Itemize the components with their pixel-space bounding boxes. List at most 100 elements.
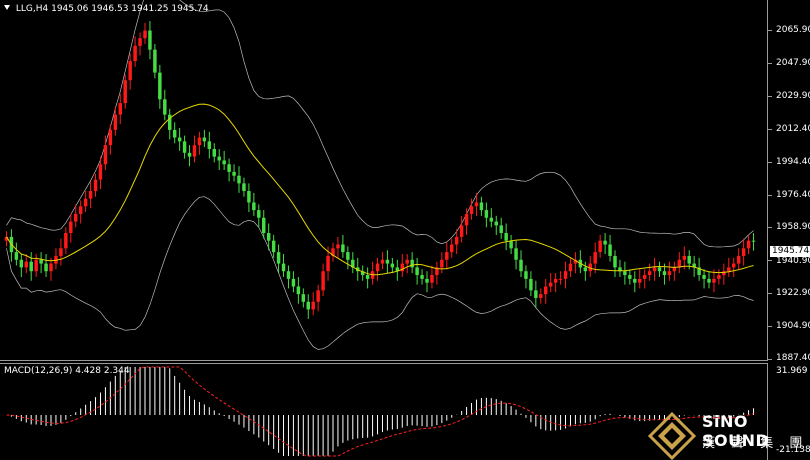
macd-axis-max: 31.969 (776, 366, 808, 376)
bear-candle (29, 261, 33, 272)
bull-candle (128, 61, 132, 81)
bull-candle (469, 206, 474, 214)
price-tick: 1904.90 (776, 321, 810, 331)
bear-candle (662, 271, 667, 276)
bear-candle (232, 171, 236, 176)
bull-candle (445, 252, 449, 260)
bear-candle (499, 225, 503, 234)
bear-candle (707, 278, 711, 283)
bear-candle (281, 263, 286, 272)
bull-candle (375, 263, 380, 272)
bear-candle (212, 148, 216, 157)
bear-candle (657, 267, 662, 272)
bull-candle (78, 206, 83, 214)
bear-candle (19, 259, 24, 268)
bull-candle (553, 278, 558, 283)
bull-candle (474, 202, 479, 207)
bull-candle (74, 213, 78, 222)
bull-candle (539, 294, 543, 298)
bear-candle (529, 278, 533, 291)
bull-candle (321, 271, 325, 291)
bull-candle (24, 261, 28, 268)
bull-candle (430, 275, 434, 283)
bull-candle (138, 38, 142, 46)
bear-candle (633, 278, 637, 283)
bull-candle (108, 129, 113, 146)
bear-candle (158, 72, 162, 100)
bull-candle (548, 282, 553, 287)
bear-candle (148, 30, 152, 50)
bull-candle (192, 145, 197, 157)
bear-candle (172, 129, 177, 138)
bull-candle (727, 267, 731, 272)
moving-average-line (6, 103, 754, 276)
bull-candle (123, 80, 127, 104)
bull-candle (326, 255, 330, 272)
bear-candle (252, 202, 256, 211)
price-tick: 1976.40 (776, 190, 810, 200)
bear-candle (415, 267, 419, 276)
bull-candle (197, 137, 202, 146)
bear-candle (603, 240, 607, 245)
bear-candle (494, 221, 498, 226)
bear-candle (247, 191, 251, 203)
price-tick: 1994.40 (776, 157, 810, 167)
bull-candle (98, 164, 103, 180)
bear-candle (153, 49, 157, 73)
bear-candle (202, 137, 207, 142)
price-tick: 2065.90 (776, 25, 810, 35)
bear-candle (484, 210, 489, 218)
bear-candle (420, 275, 424, 279)
bear-candle (39, 259, 43, 264)
bear-candle (306, 301, 310, 310)
bull-candle (450, 244, 454, 253)
bull-candle (459, 225, 464, 237)
bull-candle (454, 236, 459, 245)
bear-candle (276, 252, 281, 264)
bear-candle (262, 217, 266, 234)
bull-candle (682, 255, 686, 260)
bear-candle (341, 244, 345, 253)
bull-candle (717, 275, 721, 279)
bear-candle (489, 217, 494, 222)
bull-candle (113, 114, 118, 130)
bear-candle (504, 233, 508, 241)
bull-candle (563, 271, 568, 279)
bear-candle (425, 278, 429, 283)
bear-candle (608, 244, 612, 256)
price-tick: 1958.90 (776, 222, 810, 232)
macd-title: MACD(12,26,9) 4.428 2.344 (4, 366, 130, 376)
logo-chinese: 漢 聲 集 團 (702, 436, 809, 451)
bear-candle (296, 286, 301, 295)
price-axis[interactable]: 2065.90 2047.90 2029.90 2012.40 1994.40 … (768, 0, 810, 363)
bear-candle (301, 294, 306, 302)
price-tick: 1887.40 (776, 353, 810, 363)
bull-candle (316, 290, 320, 302)
bear-candle (207, 141, 212, 149)
bull-candle (103, 145, 108, 165)
bear-candle (242, 183, 246, 192)
bull-candle (732, 263, 736, 268)
bear-candle (509, 240, 513, 249)
bull-candle (380, 259, 385, 264)
current-price-tag: 1945.74 (770, 246, 810, 257)
bull-candle (336, 244, 340, 249)
bear-candle (182, 141, 187, 153)
bear-candle (385, 259, 390, 264)
bear-candle (390, 263, 395, 268)
symbol-label: LLG,H4 (15, 4, 49, 14)
bull-candle (598, 240, 602, 253)
bull-candle (677, 259, 682, 268)
low-value: 1941.25 (131, 4, 169, 14)
price-tick: 2047.90 (776, 58, 810, 68)
macd-signal-line (6, 366, 754, 457)
bollinger-lower-line (6, 196, 754, 350)
bull-candle (642, 275, 647, 279)
bear-candle (227, 164, 231, 172)
bear-candle (346, 252, 350, 260)
bear-candle (519, 259, 523, 272)
dropdown-triangle-icon[interactable] (4, 5, 10, 10)
bull-candle (544, 286, 548, 295)
bull-candle (667, 271, 672, 276)
bull-candle (405, 259, 409, 264)
